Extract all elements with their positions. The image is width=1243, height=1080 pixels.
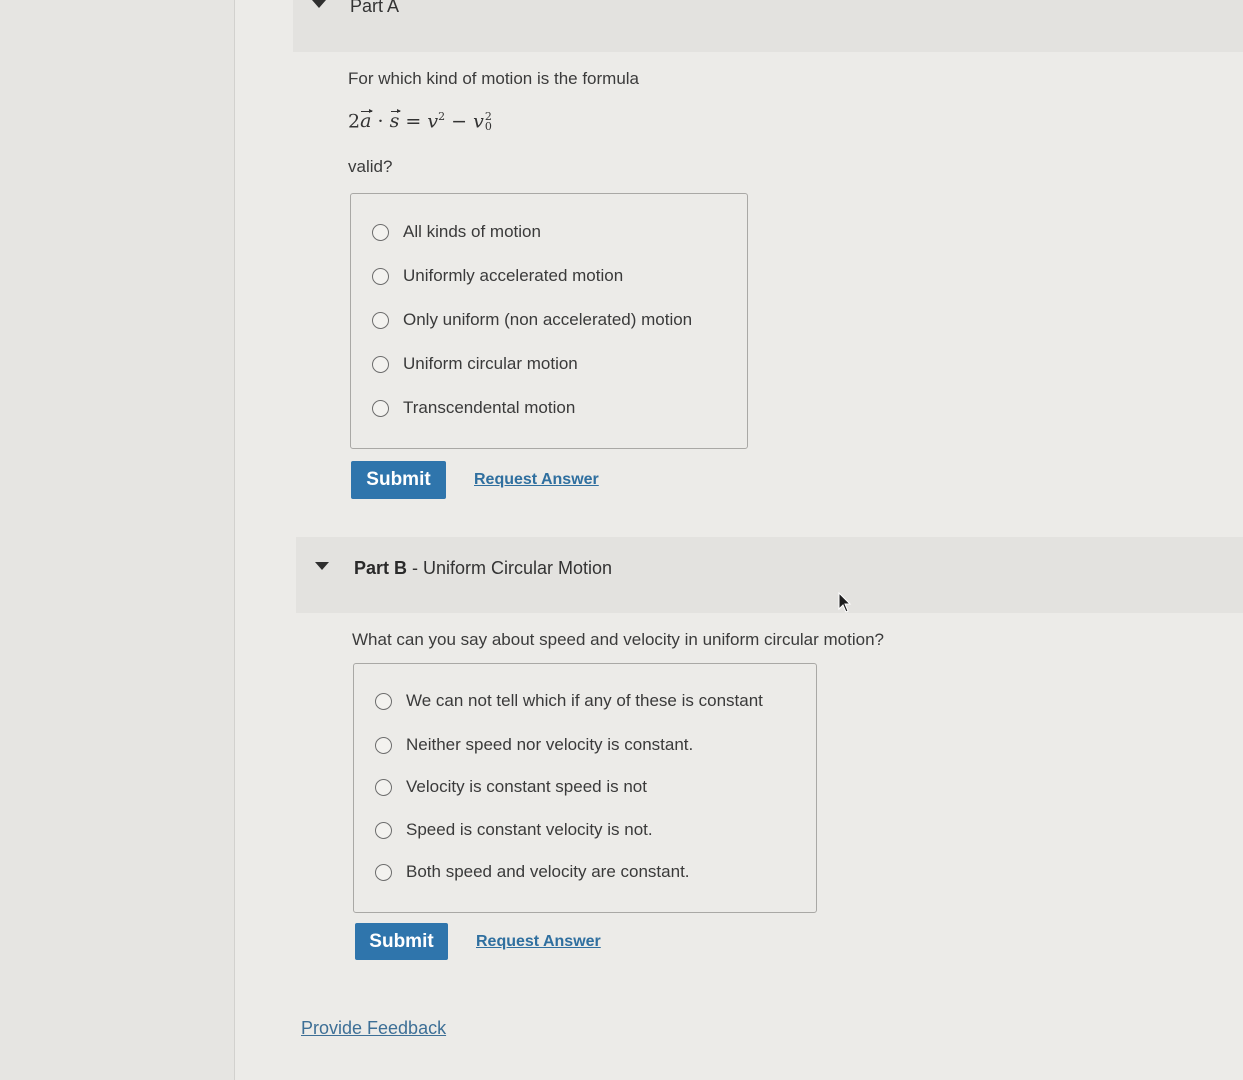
part-a-option[interactable]: Uniform circular motion <box>372 352 578 376</box>
radio-button[interactable] <box>375 778 392 796</box>
option-label: Neither speed nor velocity is constant. <box>406 735 694 754</box>
part-b-question: What can you say about speed and velocit… <box>352 630 884 649</box>
option-label: Uniform circular motion <box>403 354 578 373</box>
mouse-cursor-icon <box>838 592 852 613</box>
provide-feedback-link[interactable]: Provide Feedback <box>301 1018 446 1039</box>
part-b-option[interactable]: Speed is constant velocity is not. <box>375 818 653 842</box>
formula-vector-a: a <box>360 109 374 133</box>
part-a-title: Part A <box>350 0 400 16</box>
question-end: valid? <box>348 157 393 176</box>
part-b-title: Part B - Uniform Circular Motion <box>354 558 612 579</box>
part-a-option[interactable]: Uniformly accelerated motion <box>372 264 623 288</box>
formula-dot: · <box>377 110 384 133</box>
radio-button[interactable] <box>372 223 389 241</box>
part-b-title-rest: - Uniform Circular Motion <box>407 558 613 578</box>
part-b-header[interactable]: Part B - Uniform Circular Motion <box>296 537 1243 613</box>
option-label: All kinds of motion <box>403 222 541 241</box>
radio-button[interactable] <box>375 863 392 881</box>
radio-button[interactable] <box>375 821 392 839</box>
formula-v0: v <box>473 110 484 133</box>
part-a-option[interactable]: Transcendental motion <box>372 396 575 420</box>
part-a-option[interactable]: Only uniform (non accelerated) motion <box>372 308 692 332</box>
part-a-header[interactable]: Part A <box>293 0 1243 52</box>
collapse-caret-icon[interactable] <box>315 562 329 570</box>
part-a-submit-button[interactable]: Submit <box>351 461 446 499</box>
option-label: Velocity is constant speed is not <box>406 777 647 796</box>
radio-button[interactable] <box>372 311 389 329</box>
left-gutter <box>0 0 235 1080</box>
formula-exponent: 2 <box>438 110 446 123</box>
formula-v: v <box>427 110 439 133</box>
part-b-request-answer-link[interactable]: Request Answer <box>476 933 601 951</box>
option-label: Uniformly accelerated motion <box>403 266 624 285</box>
part-b-option[interactable]: Both speed and velocity are constant. <box>375 860 690 884</box>
formula-equals: = <box>405 110 422 133</box>
part-a-request-answer-link[interactable]: Request Answer <box>474 471 599 489</box>
part-a-option[interactable]: All kinds of motion <box>372 220 541 244</box>
radio-button[interactable] <box>372 355 389 373</box>
part-b-title-bold: Part B <box>354 558 408 578</box>
part-b-option[interactable]: Velocity is constant speed is not <box>375 775 647 799</box>
option-label: Only uniform (non accelerated) motion <box>403 310 693 329</box>
page: Part A For which kind of motion is the f… <box>0 0 1243 1080</box>
radio-button[interactable] <box>372 399 389 417</box>
formula: 2a · s = v2 − v20 <box>348 109 492 134</box>
option-label: Transcendental motion <box>403 398 576 417</box>
part-b-submit-button[interactable]: Submit <box>355 923 448 960</box>
part-b-option[interactable]: We can not tell which if any of these is… <box>375 689 763 713</box>
radio-button[interactable] <box>375 736 392 754</box>
option-label: Speed is constant velocity is not. <box>406 820 653 839</box>
part-b-option[interactable]: Neither speed nor velocity is constant. <box>375 733 693 757</box>
radio-button[interactable] <box>372 267 389 285</box>
formula-vector-s: s <box>389 109 402 133</box>
option-label: We can not tell which if any of these is… <box>406 691 763 710</box>
question-intro: For which kind of motion is the formula <box>348 69 640 88</box>
collapse-caret-icon[interactable] <box>312 0 326 8</box>
formula-v0-subscript: 0 <box>484 120 492 134</box>
option-label: Both speed and velocity are constant. <box>406 862 690 881</box>
formula-minus: − <box>451 110 468 133</box>
radio-button[interactable] <box>375 692 392 710</box>
formula-coef: 2 <box>348 110 361 133</box>
